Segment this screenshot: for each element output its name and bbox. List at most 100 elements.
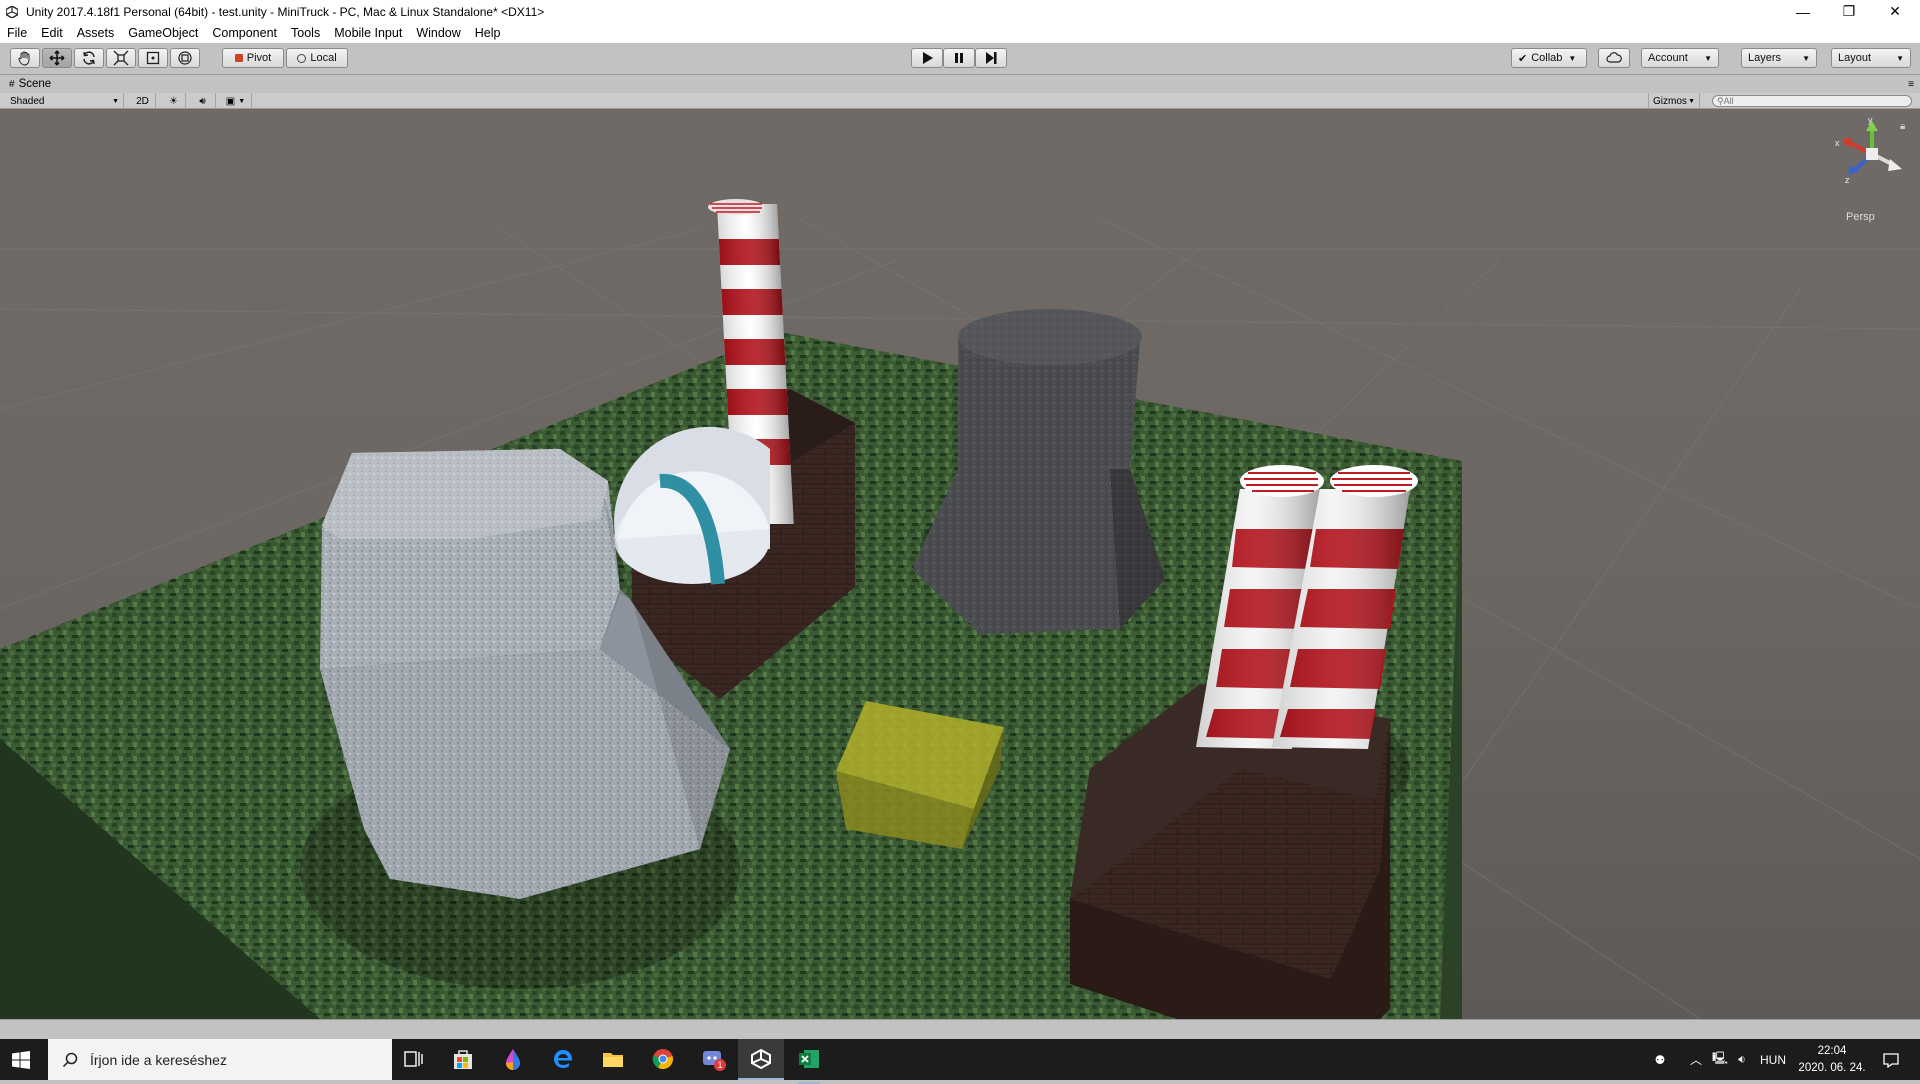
notification-icon xyxy=(1883,1052,1899,1068)
lock-icon[interactable]: 🔒︎ xyxy=(1900,121,1905,132)
menu-bar: File Edit Assets GameObject Component To… xyxy=(0,23,1920,43)
pivot-toggle[interactable]: Pivot xyxy=(222,48,284,68)
combined-transform-icon xyxy=(178,51,192,65)
orientation-gizmo[interactable]: y x z Persp xyxy=(1832,115,1912,223)
store-bag-icon xyxy=(454,1050,472,1069)
windows-start-button[interactable] xyxy=(12,1051,30,1074)
scene-toolbar: Shaded ▼ 2D ☀ 🔊︎ ▣ ▼ Gizmos ▼ ⚲ All xyxy=(0,93,1920,109)
menu-assets[interactable]: Assets xyxy=(70,26,122,40)
clock[interactable]: 22:04 2020. 06. 24. xyxy=(1796,1039,1868,1080)
mode-2d-toggle[interactable]: 2D xyxy=(130,93,156,109)
task-view-button[interactable] xyxy=(404,1050,424,1073)
collab-dropdown[interactable]: ✔ Collab ▼ xyxy=(1511,48,1587,68)
effects-dropdown[interactable]: ▣ ▼ xyxy=(220,93,252,109)
step-button[interactable] xyxy=(975,48,1007,68)
play-button[interactable] xyxy=(911,48,943,68)
title-bar: Unity 2017.4.18f1 Personal (64bit) - tes… xyxy=(0,0,1920,23)
local-toggle[interactable]: Local xyxy=(286,48,348,68)
menu-help[interactable]: Help xyxy=(468,26,508,40)
chevron-down-icon: ▼ xyxy=(1688,97,1695,105)
chevron-down-icon: ▼ xyxy=(238,97,246,105)
move-tool-button[interactable] xyxy=(42,48,72,68)
scale-tool-button[interactable] xyxy=(106,48,136,68)
chevron-up-icon: ︿ xyxy=(1689,1053,1702,1067)
sun-icon: ☀ xyxy=(169,95,178,107)
chrome-button[interactable] xyxy=(652,1048,674,1075)
menu-window[interactable]: Window xyxy=(409,26,467,40)
rect-transform-icon xyxy=(146,51,160,65)
speaker-icon: 🔉︎ xyxy=(1738,1052,1746,1066)
lighting-toggle[interactable]: ☀ xyxy=(162,93,186,109)
menu-component[interactable]: Component xyxy=(205,26,284,40)
scene-tab[interactable]: Scene xyxy=(19,78,52,90)
search-placeholder: All xyxy=(1723,96,1734,106)
restore-button[interactable]: ❐ xyxy=(1826,0,1872,23)
menu-mobile-input[interactable]: Mobile Input xyxy=(327,26,409,40)
mode-2d-label: 2D xyxy=(136,95,149,107)
folder-icon xyxy=(603,1053,623,1067)
rotate-icon xyxy=(83,51,95,65)
show-hidden-icons-button[interactable]: ︿ xyxy=(1686,1039,1706,1080)
shading-mode-label: Shaded xyxy=(10,95,45,107)
scene-search-field[interactable]: ⚲ All xyxy=(1708,93,1916,109)
volume-button[interactable]: 🔉︎ xyxy=(1732,1039,1752,1080)
menu-tools[interactable]: Tools xyxy=(284,26,327,40)
notification-badge: 1 xyxy=(714,1059,726,1071)
people-button[interactable]: ⚉ xyxy=(1648,1039,1672,1080)
action-center-button[interactable] xyxy=(1874,1039,1908,1080)
audio-toggle[interactable]: 🔊︎ xyxy=(190,93,216,109)
taskbar: Írjon ide a kereséshez 1 ⚉ ︿ 🖳︎ 🔉︎ HUN 2… xyxy=(0,1039,1920,1084)
menu-gameobject[interactable]: GameObject xyxy=(121,26,205,40)
tab-menu-icon[interactable]: ≡ xyxy=(1908,79,1914,90)
transform-tool-button[interactable] xyxy=(170,48,200,68)
network-icon: 🖳︎ xyxy=(1711,1051,1728,1065)
collab-label: Collab xyxy=(1531,52,1563,64)
layout-dropdown[interactable]: Layout ▼ xyxy=(1831,48,1911,68)
status-bar xyxy=(0,1019,1920,1039)
taskbar-search-field[interactable]: Írjon ide a kereséshez xyxy=(48,1039,392,1080)
menu-edit[interactable]: Edit xyxy=(34,26,70,40)
minimize-button[interactable]: — xyxy=(1780,0,1826,23)
unity-logo-icon xyxy=(4,4,20,20)
rect-tool-button[interactable] xyxy=(138,48,168,68)
pause-button[interactable] xyxy=(943,48,975,68)
excel-button[interactable] xyxy=(798,1048,820,1084)
persp-label[interactable]: Persp xyxy=(1846,211,1875,223)
cloud-icon xyxy=(1606,52,1622,63)
rotate-tool-button[interactable] xyxy=(74,48,104,68)
check-circle-icon: ✔ xyxy=(1518,52,1528,65)
gizmos-dropdown[interactable]: Gizmos ▼ xyxy=(1648,93,1700,109)
axis-y-label: y xyxy=(1868,115,1873,125)
account-dropdown[interactable]: Account ▼ xyxy=(1641,48,1719,68)
chevron-down-icon: ▼ xyxy=(1802,53,1810,63)
network-button[interactable]: 🖳︎ xyxy=(1710,1039,1730,1080)
language-label: HUN xyxy=(1760,1052,1786,1067)
scene-tab-row: # Scene ≡ xyxy=(0,75,1920,93)
windows-logo-icon xyxy=(12,1051,30,1069)
scene-render xyxy=(0,199,1920,1019)
close-button[interactable]: ✕ xyxy=(1872,0,1918,23)
chevron-down-icon: ▼ xyxy=(1568,53,1577,63)
chrome-icon xyxy=(652,1049,673,1070)
edge-button[interactable] xyxy=(552,1048,574,1075)
file-explorer-button[interactable] xyxy=(602,1048,624,1075)
discord-button[interactable]: 1 xyxy=(702,1048,726,1075)
unity-taskbar-button[interactable] xyxy=(738,1039,784,1080)
chevron-down-icon: ▼ xyxy=(112,97,119,105)
paint-app-button[interactable] xyxy=(502,1048,524,1075)
scene-viewport[interactable]: y x z Persp 🔒︎ xyxy=(0,109,1920,1019)
microsoft-store-button[interactable] xyxy=(452,1048,474,1075)
move-arrows-icon xyxy=(49,50,65,66)
scene-grid-icon: # xyxy=(9,78,15,90)
people-icon: ⚉ xyxy=(1654,1052,1666,1067)
chevron-down-icon: ▼ xyxy=(1704,53,1712,63)
cloud-button[interactable] xyxy=(1598,48,1630,68)
hand-tool-button[interactable] xyxy=(10,48,40,68)
layers-dropdown[interactable]: Layers ▼ xyxy=(1741,48,1817,68)
shading-mode-dropdown[interactable]: Shaded ▼ xyxy=(6,93,124,109)
pause-icon xyxy=(955,53,963,63)
clock-date: 2020. 06. 24. xyxy=(1798,1061,1866,1074)
menu-file[interactable]: File xyxy=(0,26,34,40)
language-indicator[interactable]: HUN xyxy=(1756,1039,1790,1080)
edge-browser-icon xyxy=(554,1050,572,1068)
